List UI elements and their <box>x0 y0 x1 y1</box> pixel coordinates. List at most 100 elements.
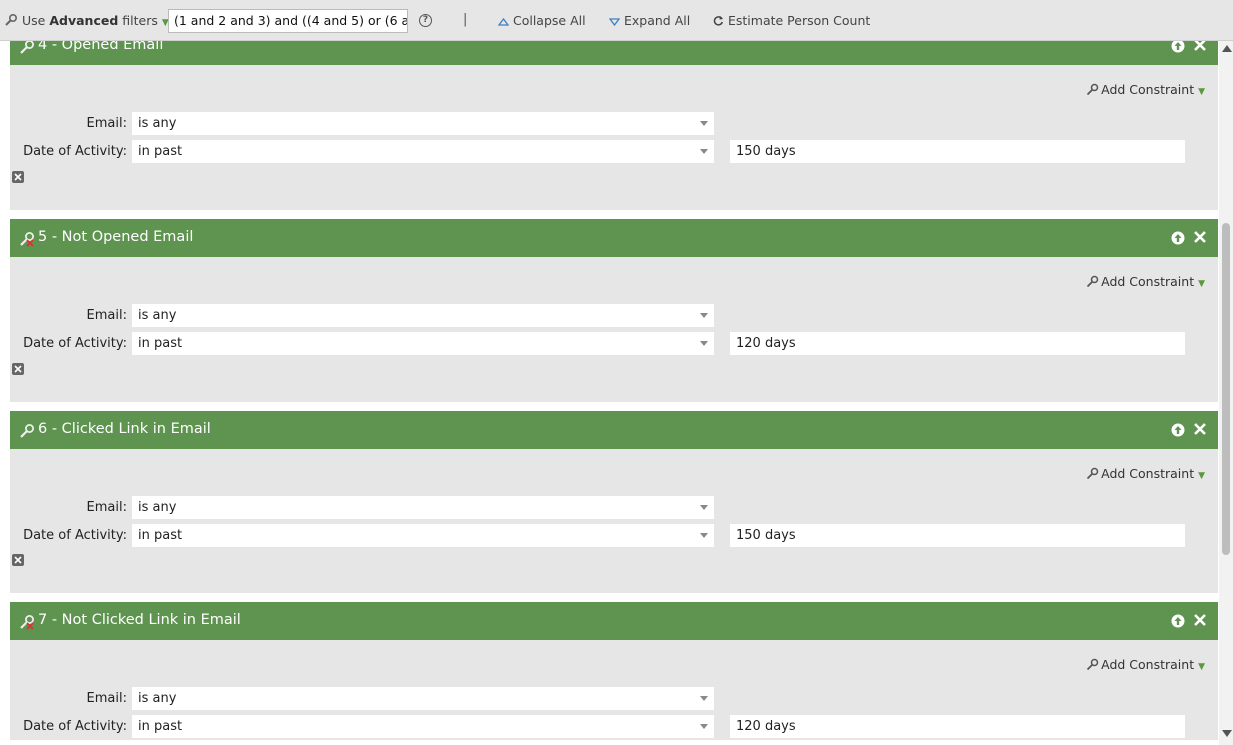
filter-block-title: 7 - Not Clicked Link in Email <box>38 612 241 628</box>
estimate-label: Estimate Person Count <box>727 13 871 28</box>
add-constraint-button[interactable]: Add Constraint ▼ <box>1086 466 1205 481</box>
filter-block: 4 - Opened Email Add Constraint ▼ Email:… <box>10 41 1218 210</box>
add-constraint-button[interactable]: Add Constraint ▼ <box>1086 274 1205 289</box>
filter-block: 6 - Clicked Link in Email Add Constraint… <box>10 411 1218 593</box>
remove-constraint-icon[interactable] <box>12 554 24 566</box>
dropdown-arrow-icon <box>700 149 708 154</box>
wrench-icon <box>1086 658 1099 671</box>
dropdown-arrow-icon <box>700 313 708 318</box>
filter-block-header[interactable]: 7 - Not Clicked Link in Email <box>10 602 1218 640</box>
triangle-down-icon <box>608 18 621 27</box>
filter-block-header[interactable]: 4 - Opened Email <box>10 41 1218 65</box>
collapse-all-button[interactable]: Collapse All <box>497 13 586 28</box>
email-label: Email: <box>86 691 127 706</box>
scroll-down-arrow-icon[interactable] <box>1222 730 1232 737</box>
email-select[interactable]: is any <box>132 687 714 710</box>
move-up-icon[interactable] <box>1171 423 1185 437</box>
filter-list: 4 - Opened Email Add Constraint ▼ Email:… <box>0 41 1219 745</box>
days-input[interactable]: 120 days <box>730 332 1185 355</box>
email-label: Email: <box>86 500 127 515</box>
dropdown-arrow-icon <box>700 121 708 126</box>
expand-all-label: Expand All <box>623 13 691 28</box>
help-icon[interactable]: ? <box>419 14 432 27</box>
close-icon[interactable] <box>1193 613 1207 627</box>
dropdown-arrow-icon <box>700 533 708 538</box>
use-label: Use <box>22 13 46 28</box>
add-constraint-button[interactable]: Add Constraint ▼ <box>1086 657 1205 672</box>
filter-block: 7 - Not Clicked Link in Email Add Constr… <box>10 602 1218 745</box>
filter-block-title: 5 - Not Opened Email <box>38 229 194 245</box>
date-select-value: in past <box>138 144 183 159</box>
email-select[interactable]: is any <box>132 304 714 327</box>
wrench-not-icon <box>20 232 34 247</box>
date-of-activity-label: Date of Activity: <box>23 719 127 734</box>
email-label: Email: <box>86 308 127 323</box>
wrench-icon <box>20 41 34 54</box>
vertical-scrollbar[interactable] <box>1219 41 1233 745</box>
days-value: 150 days <box>736 528 796 543</box>
filter-block-title: 6 - Clicked Link in Email <box>38 421 211 437</box>
move-up-icon[interactable] <box>1171 231 1185 245</box>
expand-all-button[interactable]: Expand All <box>608 13 691 28</box>
days-input[interactable]: 120 days <box>730 715 1185 738</box>
dropdown-arrow-icon <box>700 341 708 346</box>
wrench-icon <box>20 424 34 438</box>
wrench-icon <box>1086 467 1099 480</box>
advanced-filters-toggle[interactable]: Use Advanced filters ▼ <box>22 13 169 28</box>
days-input[interactable]: 150 days <box>730 140 1185 163</box>
date-of-activity-select[interactable]: in past <box>132 140 714 163</box>
email-select[interactable]: is any <box>132 112 714 135</box>
email-select-value: is any <box>138 116 177 131</box>
add-constraint-button[interactable]: Add Constraint ▼ <box>1086 82 1205 97</box>
close-icon[interactable] <box>1193 230 1207 244</box>
add-constraint-label: Add Constraint <box>1101 82 1195 97</box>
estimate-person-count-button[interactable]: Estimate Person Count <box>713 13 870 28</box>
wrench-icon <box>1086 275 1099 288</box>
move-up-icon[interactable] <box>1171 41 1185 53</box>
date-of-activity-label: Date of Activity: <box>23 336 127 351</box>
dropdown-arrow-icon <box>700 696 708 701</box>
wrench-not-icon <box>20 615 34 630</box>
close-icon[interactable] <box>1193 422 1207 436</box>
days-value: 120 days <box>736 336 796 351</box>
date-of-activity-label: Date of Activity: <box>23 528 127 543</box>
date-of-activity-select[interactable]: in past <box>132 524 714 547</box>
move-up-icon[interactable] <box>1171 614 1185 628</box>
refresh-icon <box>713 16 724 26</box>
filter-block: 5 - Not Opened Email Add Constraint ▼ Em… <box>10 219 1218 402</box>
dropdown-arrow-icon <box>700 505 708 510</box>
remove-constraint-icon[interactable] <box>12 171 24 183</box>
chevron-down-icon: ▼ <box>1198 662 1205 672</box>
bottom-edge <box>0 740 1219 745</box>
dropdown-arrow-icon <box>700 724 708 729</box>
filter-block-header[interactable]: 5 - Not Opened Email <box>10 219 1218 257</box>
days-input[interactable]: 150 days <box>730 524 1185 547</box>
toolbar-separator: | <box>463 12 468 27</box>
filters-label: filters <box>122 13 158 28</box>
close-icon[interactable] <box>1193 41 1207 52</box>
remove-constraint-icon[interactable] <box>12 363 24 375</box>
filter-logic-input[interactable]: (1 and 2 and 3) and ((4 and 5) or (6 and… <box>168 9 408 33</box>
collapse-all-label: Collapse All <box>512 13 586 28</box>
date-select-value: in past <box>138 336 183 351</box>
email-select[interactable]: is any <box>132 496 714 519</box>
triangle-up-icon <box>497 17 510 26</box>
email-select-value: is any <box>138 691 177 706</box>
chevron-down-icon: ▼ <box>1198 279 1205 289</box>
filter-block-header[interactable]: 6 - Clicked Link in Email <box>10 411 1218 449</box>
date-of-activity-select[interactable]: in past <box>132 332 714 355</box>
scrollbar-thumb[interactable] <box>1222 223 1230 555</box>
email-select-value: is any <box>138 308 177 323</box>
days-value: 120 days <box>736 719 796 734</box>
email-label: Email: <box>86 116 127 131</box>
filter-block-title: 4 - Opened Email <box>38 41 164 53</box>
date-of-activity-label: Date of Activity: <box>23 144 127 159</box>
date-of-activity-select[interactable]: in past <box>132 715 714 738</box>
date-select-value: in past <box>138 528 183 543</box>
filter-toolbar: Use Advanced filters ▼ (1 and 2 and 3) a… <box>0 0 1233 41</box>
days-value: 150 days <box>736 144 796 159</box>
add-constraint-label: Add Constraint <box>1101 657 1195 672</box>
scroll-up-arrow-icon[interactable] <box>1222 45 1232 52</box>
add-constraint-label: Add Constraint <box>1101 274 1195 289</box>
date-select-value: in past <box>138 719 183 734</box>
